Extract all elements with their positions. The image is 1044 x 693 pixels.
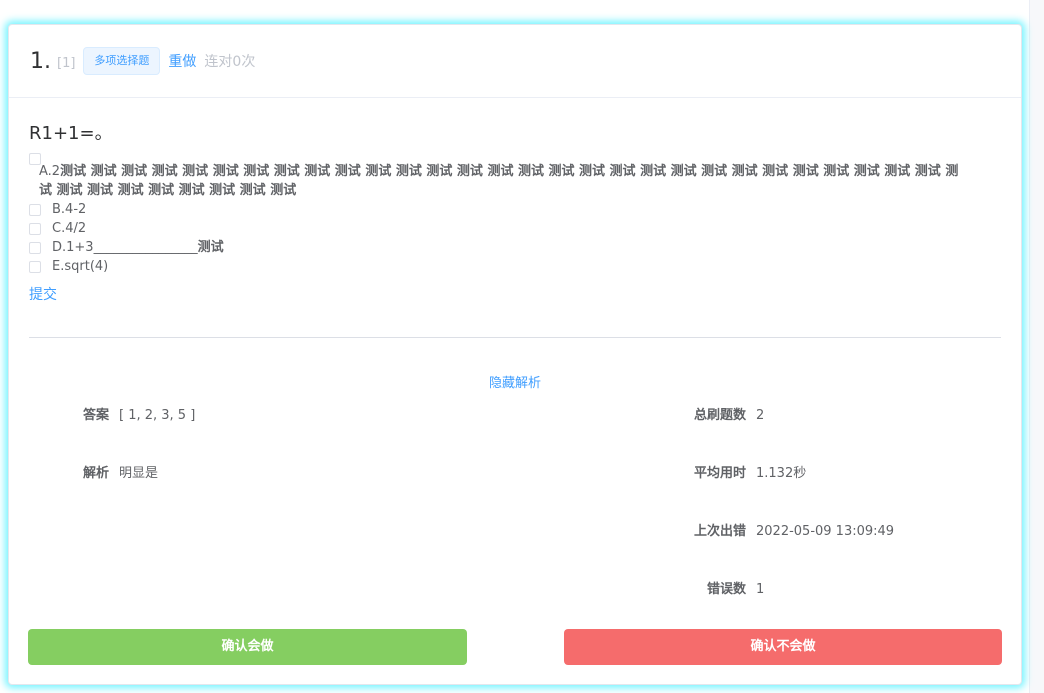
last-wrong-row: 上次出错 2022-05-09 13:09:49 [678,523,894,541]
question-number: 1. [30,48,51,74]
confirm-know-button[interactable]: 确认会做 [28,629,467,665]
option-e[interactable]: E.sqrt(4) [29,257,1001,276]
option-a-prefix: A.2 [39,164,61,179]
question-type-tag: 多项选择题 [83,47,161,75]
wrong-count-label: 错误数 [706,582,746,597]
question-body: R1+1=。 A.2测试 测试 测试 测试 测试 测试 测试 测试 测试 测试 … [9,122,1021,391]
option-b[interactable]: B.4-2 [29,200,1001,219]
total-count-label: 总刷题数 [693,408,746,423]
option-d[interactable]: D.1+3________________ 测试 [29,238,1001,257]
option-c-checkbox[interactable] [29,222,41,235]
last-wrong-value: 2022-05-09 13:09:49 [756,524,895,539]
last-wrong-label: 上次出错 [693,524,746,539]
option-d-bold-text: 测试 [197,240,224,255]
question-index: [1] [57,55,76,71]
option-a-bold-text: 测试 测试 测试 测试 测试 测试 测试 测试 测试 测试 测试 测试 测试 测… [39,164,959,198]
option-d-label: D.1+3________________ [52,240,198,255]
option-b-label: B.4-2 [52,202,87,217]
avg-time-label: 平均用时 [693,466,746,481]
divider [29,337,1001,338]
redo-link[interactable]: 重做 [168,51,196,71]
explanation-label: 解析 [82,466,109,481]
explanation-value: 明显是 [119,466,159,481]
option-e-checkbox[interactable] [29,260,41,273]
total-count-row: 总刷题数 2 [678,407,764,425]
question-header: 1. [1] 多项选择题 重做 连对0次 [9,25,1021,98]
hide-analysis-link[interactable]: 隐藏解析 [29,372,1001,391]
avg-time-value: 1.132秒 [756,466,807,481]
option-b-checkbox[interactable] [29,203,41,216]
explanation-row: 解析 明显是 [69,465,158,483]
answer-value: [ 1, 2, 3, 5 ] [119,408,196,423]
option-a-checkbox-row [29,148,1001,165]
question-card: 1. [1] 多项选择题 重做 连对0次 R1+1=。 A.2测试 测试 测试 … [8,24,1022,685]
answer-label: 答案 [82,408,109,423]
option-d-checkbox[interactable] [29,241,41,254]
question-stem: R1+1=。 [29,123,113,144]
answer-row: 答案 [ 1, 2, 3, 5 ] [69,407,195,425]
option-e-label: E.sqrt(4) [52,259,109,274]
submit-link[interactable]: 提交 [29,284,57,304]
wrong-count-value: 1 [756,582,765,597]
scrollbar-track[interactable] [1029,0,1044,693]
streak-count: 连对0次 [204,54,256,70]
option-c[interactable]: C.4/2 [29,219,1001,238]
confirm-dont-know-button[interactable]: 确认不会做 [564,629,1002,665]
avg-time-row: 平均用时 1.132秒 [678,465,806,483]
total-count-value: 2 [756,408,765,423]
option-c-label: C.4/2 [52,221,87,236]
wrong-count-row: 错误数 1 [678,581,764,599]
option-a-label[interactable]: A.2测试 测试 测试 测试 测试 测试 测试 测试 测试 测试 测试 测试 测… [39,162,971,200]
